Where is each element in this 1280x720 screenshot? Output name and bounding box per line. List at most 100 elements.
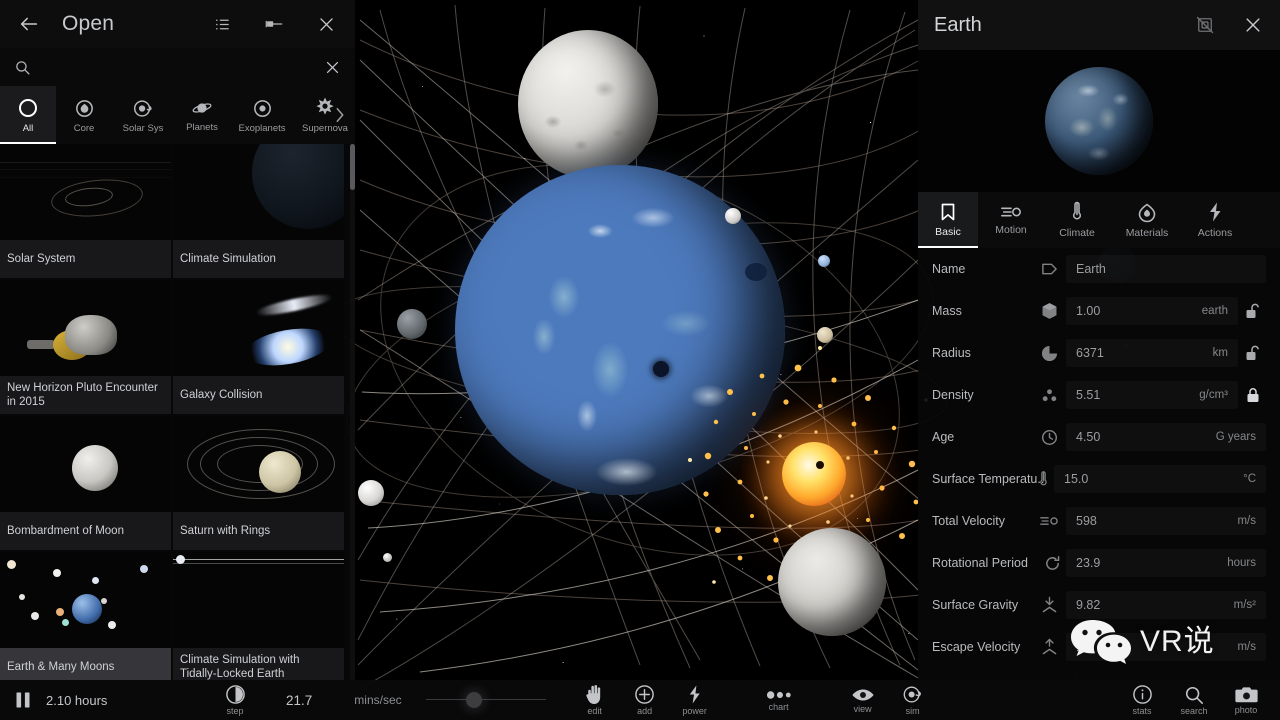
property-row-density[interactable]: Density 5.51 g/cm³: [918, 374, 1280, 416]
tool-chart[interactable]: chart: [754, 689, 804, 712]
property-row-radius[interactable]: Radius 6371 km: [918, 332, 1280, 374]
scenario-card-earth-many-moons[interactable]: Earth & Many Moons: [0, 552, 171, 680]
category-tab-label: Planets: [186, 122, 218, 133]
scene-body-moon-bottom-right[interactable]: [778, 528, 886, 636]
property-unit: m/s²: [1234, 599, 1256, 611]
property-input-rotational-period[interactable]: 23.9 hours: [1066, 549, 1266, 577]
scenario-list-scrollbar-thumb[interactable]: [350, 144, 355, 190]
lock-toggle-locked-icon[interactable]: [1240, 386, 1266, 404]
property-row-surface-gravity[interactable]: Surface Gravity 9.82 m/s²: [918, 584, 1280, 626]
property-row-escape-velocity[interactable]: Escape Velocity 1 m/s: [918, 626, 1280, 668]
tab-basic[interactable]: Basic: [918, 192, 978, 248]
lock-toggle-unlocked-icon[interactable]: [1240, 302, 1266, 320]
property-input-escape-velocity[interactable]: 1 m/s: [1066, 633, 1266, 661]
step-button[interactable]: step: [210, 684, 260, 716]
property-value: 5.51: [1076, 388, 1199, 402]
scenario-thumbnail: [173, 280, 344, 376]
property-unit: m/s: [1237, 641, 1256, 653]
scene-body-moon-large[interactable]: [518, 30, 658, 178]
property-input-mass[interactable]: 1.00 earth: [1066, 297, 1238, 325]
scenario-card-saturn-with-rings[interactable]: Saturn with Rings: [173, 416, 344, 550]
scenario-search-bar[interactable]: [0, 48, 355, 86]
earth-globe-preview-icon: [1045, 67, 1153, 175]
category-tab-planets[interactable]: Planets: [174, 86, 230, 144]
tool-edit[interactable]: edit: [570, 684, 620, 716]
scenario-list-scrollbar-track[interactable]: [350, 144, 355, 680]
scene-body-moon-tiny-c[interactable]: [818, 255, 830, 267]
scenario-card-bombardment-of-moon[interactable]: Bombardment of Moon: [0, 416, 171, 550]
time-rate-value[interactable]: 21.7: [286, 693, 312, 708]
scene-body-moon-tiny-a[interactable]: [725, 208, 741, 224]
tool-power[interactable]: power: [670, 684, 720, 716]
object-preview[interactable]: [918, 50, 1280, 192]
scenario-card-new-horizon[interactable]: New Horizon Pluto Encounter in 2015: [0, 280, 171, 414]
tab-actions[interactable]: Actions: [1184, 192, 1246, 248]
scenario-card-solar-system[interactable]: Solar System: [0, 144, 171, 278]
close-icon[interactable]: [315, 13, 337, 35]
tool-add[interactable]: add: [620, 684, 670, 716]
list-view-icon[interactable]: [211, 13, 233, 35]
tool-sim[interactable]: sim: [888, 684, 938, 716]
property-input-name[interactable]: Earth: [1066, 255, 1266, 283]
category-tab-core[interactable]: Core: [56, 86, 112, 144]
lock-toggle-unlocked-icon[interactable]: [1240, 344, 1266, 362]
scene-body-moon-grey[interactable]: [397, 309, 427, 339]
property-label: Surface Gravity: [932, 598, 1036, 612]
category-tab-all[interactable]: All: [0, 86, 56, 144]
tool-view[interactable]: view: [838, 687, 888, 714]
scene-body-moon-white[interactable]: [358, 480, 384, 506]
info-circle-icon: [1132, 684, 1153, 705]
property-unit: g/cm³: [1199, 389, 1228, 401]
property-input-surface-temperature[interactable]: 15.0 °C: [1054, 465, 1266, 493]
scenario-card-climate-simulation[interactable]: Climate Simulation: [173, 144, 344, 278]
scenario-card-galaxy-collision[interactable]: Galaxy Collision: [173, 280, 344, 414]
property-row-name[interactable]: Name Earth: [918, 248, 1280, 290]
close-icon[interactable]: [1242, 14, 1264, 36]
tab-climate[interactable]: Climate: [1044, 192, 1110, 248]
scenario-list[interactable]: Solar System Climate Simulation New Hori…: [0, 144, 355, 680]
chart-dots-icon: [766, 689, 792, 701]
property-row-surface-temperature[interactable]: Surface Temperatu.. 15.0 °C: [918, 458, 1280, 500]
inspector-header: Earth: [918, 0, 1280, 50]
core-icon: [73, 97, 96, 120]
category-tab-solar-sys[interactable]: Solar Sys: [112, 86, 174, 144]
search-icon: [14, 59, 31, 76]
open-panel-header: Open: [0, 0, 355, 48]
property-input-total-velocity[interactable]: 598 m/s: [1066, 507, 1266, 535]
property-row-age[interactable]: Age 4.50 G years: [918, 416, 1280, 458]
tool-search[interactable]: search: [1168, 685, 1220, 716]
scenario-row: Bombardment of Moon Saturn with Rings: [0, 416, 355, 550]
property-input-age[interactable]: 4.50 G years: [1066, 423, 1266, 451]
hide-image-icon[interactable]: [1194, 14, 1216, 36]
property-input-density[interactable]: 5.51 g/cm³: [1066, 381, 1238, 409]
pin-icon[interactable]: [263, 13, 285, 35]
solar-system-icon: [131, 97, 155, 120]
tool-label: sim: [906, 706, 920, 716]
property-input-radius[interactable]: 6371 km: [1066, 339, 1238, 367]
tab-materials[interactable]: Materials: [1110, 192, 1184, 248]
inspector-title: Earth: [934, 14, 1194, 37]
property-row-rotational-period[interactable]: Rotational Period 23.9 hours: [918, 542, 1280, 584]
scenario-row: Solar System Climate Simulation: [0, 144, 355, 278]
property-row-mass[interactable]: Mass 1.00 earth: [918, 290, 1280, 332]
search-clear-icon[interactable]: [324, 59, 341, 76]
category-tab-exoplanets[interactable]: Exoplanets: [230, 86, 294, 144]
scenario-card-climate-tidally-locked[interactable]: Climate Simulation with Tidally-Locked E…: [173, 552, 344, 680]
back-arrow-icon[interactable]: [14, 9, 44, 39]
scene-body-moon-speck[interactable]: [383, 553, 392, 562]
tool-photo[interactable]: photo: [1220, 686, 1272, 715]
tab-motion[interactable]: Motion: [978, 192, 1044, 248]
property-input-surface-gravity[interactable]: 9.82 m/s²: [1066, 591, 1266, 619]
property-row-total-velocity[interactable]: Total Velocity 598 m/s: [918, 500, 1280, 542]
lightning-icon: [1206, 201, 1224, 223]
slider-knob[interactable]: [466, 692, 482, 708]
chevron-right-icon[interactable]: [329, 86, 351, 144]
scenario-label: Galaxy Collision: [173, 376, 344, 414]
planet-ring-icon: [190, 97, 214, 119]
search-input[interactable]: [43, 60, 324, 75]
pause-button[interactable]: [0, 691, 46, 709]
bookmark-icon: [939, 202, 957, 222]
property-unit: km: [1213, 347, 1228, 359]
time-rate-slider[interactable]: [426, 690, 546, 710]
tool-stats[interactable]: stats: [1116, 684, 1168, 716]
